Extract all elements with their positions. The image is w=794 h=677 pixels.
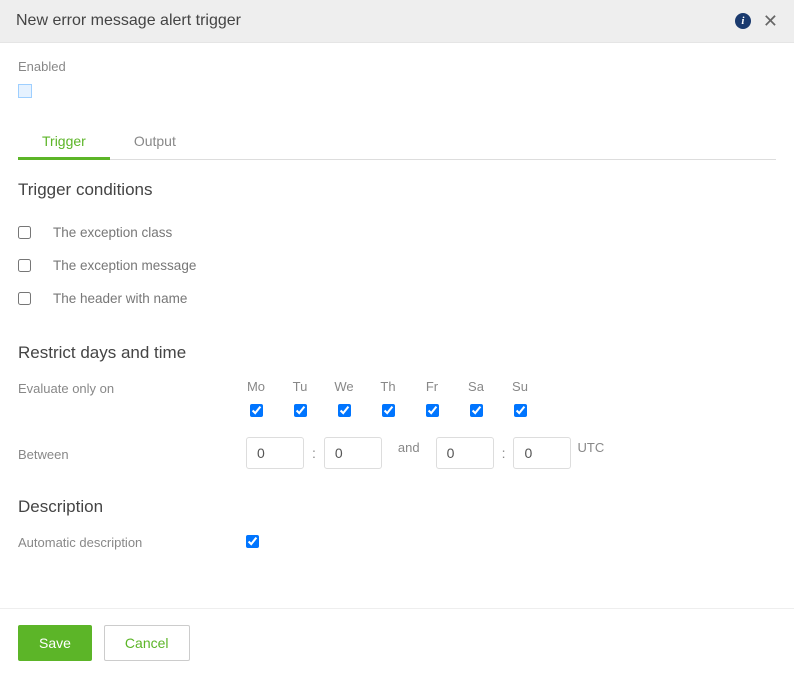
tab-output[interactable]: Output	[110, 123, 200, 159]
condition-label: The exception class	[53, 225, 172, 240]
time-colon: :	[502, 445, 506, 461]
condition-exception-message-checkbox[interactable]	[18, 259, 31, 272]
evaluate-days-row: Evaluate only on Mo Tu We Th	[18, 379, 776, 417]
day-label: Sa	[468, 379, 484, 394]
condition-row: The exception message	[18, 249, 776, 282]
day-th: Th	[378, 379, 398, 417]
day-sa-checkbox[interactable]	[470, 404, 483, 417]
day-we: We	[334, 379, 354, 417]
day-tu: Tu	[290, 379, 310, 417]
restrict-section: Restrict days and time Evaluate only on …	[18, 343, 776, 469]
dialog-header: New error message alert trigger i ✕	[0, 0, 794, 43]
day-label: Fr	[426, 379, 438, 394]
condition-exception-class-checkbox[interactable]	[18, 226, 31, 239]
to-hour-input[interactable]	[436, 437, 494, 469]
auto-desc-checkbox[interactable]	[246, 535, 259, 548]
description-title: Description	[18, 497, 776, 517]
day-su-checkbox[interactable]	[514, 404, 527, 417]
to-minute-input[interactable]	[513, 437, 571, 469]
enabled-checkbox[interactable]	[18, 84, 32, 98]
conditions-title: Trigger conditions	[18, 180, 776, 200]
save-button[interactable]: Save	[18, 625, 92, 661]
day-label: We	[334, 379, 353, 394]
day-label: Su	[512, 379, 528, 394]
auto-desc-row: Automatic description	[18, 533, 776, 550]
tab-trigger[interactable]: Trigger	[18, 123, 110, 159]
day-we-checkbox[interactable]	[338, 404, 351, 417]
between-label: Between	[18, 445, 246, 462]
header-actions: i ✕	[735, 12, 778, 30]
enabled-label: Enabled	[18, 59, 776, 74]
auto-desc-label: Automatic description	[18, 533, 246, 550]
between-row: Between : and : UTC	[18, 437, 776, 469]
tabs: Trigger Output	[18, 123, 776, 160]
dialog-title: New error message alert trigger	[16, 12, 241, 30]
day-sa: Sa	[466, 379, 486, 417]
evaluate-label: Evaluate only on	[18, 379, 246, 396]
close-icon[interactable]: ✕	[763, 12, 778, 30]
condition-row: The header with name	[18, 282, 776, 315]
time-and-label: and	[398, 440, 420, 455]
days-grid: Mo Tu We Th Fr	[246, 379, 530, 417]
day-mo: Mo	[246, 379, 266, 417]
day-mo-checkbox[interactable]	[250, 404, 263, 417]
description-section: Description Automatic description	[18, 497, 776, 550]
from-minute-input[interactable]	[324, 437, 382, 469]
utc-label: UTC	[577, 440, 604, 455]
day-su: Su	[510, 379, 530, 417]
from-hour-input[interactable]	[246, 437, 304, 469]
cancel-button[interactable]: Cancel	[104, 625, 190, 661]
day-fr: Fr	[422, 379, 442, 417]
day-label: Tu	[293, 379, 308, 394]
condition-label: The exception message	[53, 258, 196, 273]
condition-row: The exception class	[18, 216, 776, 249]
restrict-title: Restrict days and time	[18, 343, 776, 363]
day-tu-checkbox[interactable]	[294, 404, 307, 417]
condition-label: The header with name	[53, 291, 187, 306]
day-th-checkbox[interactable]	[382, 404, 395, 417]
time-colon: :	[312, 445, 316, 461]
condition-header-name-checkbox[interactable]	[18, 292, 31, 305]
dialog-content: Enabled Trigger Output Trigger condition…	[0, 43, 794, 566]
dialog-footer: Save Cancel	[0, 608, 794, 677]
day-label: Th	[380, 379, 395, 394]
info-icon[interactable]: i	[735, 13, 751, 29]
day-label: Mo	[247, 379, 265, 394]
day-fr-checkbox[interactable]	[426, 404, 439, 417]
